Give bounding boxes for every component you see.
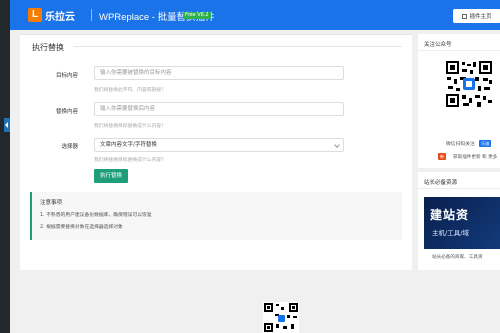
home-icon bbox=[462, 13, 468, 19]
logo-text: 乐拉云 bbox=[45, 11, 75, 23]
selector-label: 选择器 bbox=[61, 144, 78, 150]
notice-box: 注意事项 1. 不熟悉的用户建议备份数据库，确保错误可以恢复 2. 根据需要替换… bbox=[30, 192, 402, 240]
notice-item: 2. 根据需要替换对象在选择器选择对象 bbox=[40, 225, 123, 230]
card-border bbox=[20, 34, 412, 35]
panel-title: 执行替换 bbox=[32, 43, 64, 52]
card-divider bbox=[418, 50, 500, 51]
target-content-hint: 我们将替换此字符、内容或链接？ bbox=[94, 88, 166, 93]
resources-desc: 站长必备的商家、工具资 bbox=[432, 255, 483, 260]
version-badge: Free V6.2 bbox=[183, 12, 211, 19]
target-content-input[interactable] bbox=[94, 66, 344, 80]
follow-badge: 乐维 bbox=[479, 140, 492, 147]
banner-subline: 主机/工具/域 bbox=[432, 229, 469, 237]
plugin-home-button[interactable]: 插件主页 bbox=[453, 9, 500, 23]
notice-item: 1. 不熟悉的用户建议备份数据库，确保错误可以恢复 bbox=[40, 213, 152, 218]
logo-mark: L bbox=[28, 8, 42, 22]
resources-card: 站长必备资源 建站资 主机/工具/域 站长必备的商家、工具资 bbox=[418, 172, 500, 270]
resources-banner[interactable]: 建站资 主机/工具/域 bbox=[424, 197, 500, 249]
replace-content-hint: 我们将替换目标替换成什么内容？ bbox=[94, 124, 166, 129]
panel-title-divider bbox=[74, 46, 402, 47]
target-content-label: 目标内容 bbox=[55, 73, 78, 79]
selector-hint: 我们将替换目标替换成什么内容？ bbox=[94, 158, 166, 163]
wechat-follow-card: 关注公众号 微信扫码关注 乐维 新 获取插件更新 和 更多 bbox=[418, 34, 500, 168]
wechat-qr-code bbox=[445, 60, 493, 108]
card-divider bbox=[418, 188, 500, 189]
follow-text: 微信扫码关注 bbox=[446, 142, 475, 147]
replace-panel: 执行替换 目标内容 我们将替换此字符、内容或链接？ 替换内容 我们将替换目标替换… bbox=[20, 34, 412, 270]
wechat-desc: 获取插件更新 和 更多 bbox=[453, 155, 498, 160]
selector-value: 文章内容文字/字符替换 bbox=[100, 142, 157, 148]
footer-qr-code bbox=[263, 302, 299, 333]
admin-sidebar bbox=[0, 0, 10, 333]
plugin-header: L 乐拉云 WPReplace - 批量替换插件 Free V6.2 插件主页 bbox=[10, 0, 500, 30]
chevron-down-icon bbox=[334, 142, 340, 148]
notice-title: 注意事项 bbox=[40, 200, 63, 206]
header-divider bbox=[91, 9, 92, 21]
banner-headline: 建站资 bbox=[430, 208, 470, 222]
resources-card-title: 站长必备资源 bbox=[424, 180, 458, 186]
collapse-menu-arrow-icon[interactable] bbox=[4, 118, 10, 132]
wechat-card-title: 关注公众号 bbox=[424, 42, 452, 48]
execute-replace-button[interactable]: 执行替换 bbox=[94, 169, 128, 183]
new-tag: 新 bbox=[438, 153, 447, 160]
logo[interactable]: L 乐拉云 bbox=[28, 8, 75, 23]
plugin-home-label: 插件主页 bbox=[469, 14, 492, 20]
replace-content-label: 替换内容 bbox=[55, 109, 78, 115]
replace-content-input[interactable] bbox=[94, 102, 344, 116]
selector-dropdown[interactable]: 文章内容文字/字符替换 bbox=[94, 138, 344, 152]
